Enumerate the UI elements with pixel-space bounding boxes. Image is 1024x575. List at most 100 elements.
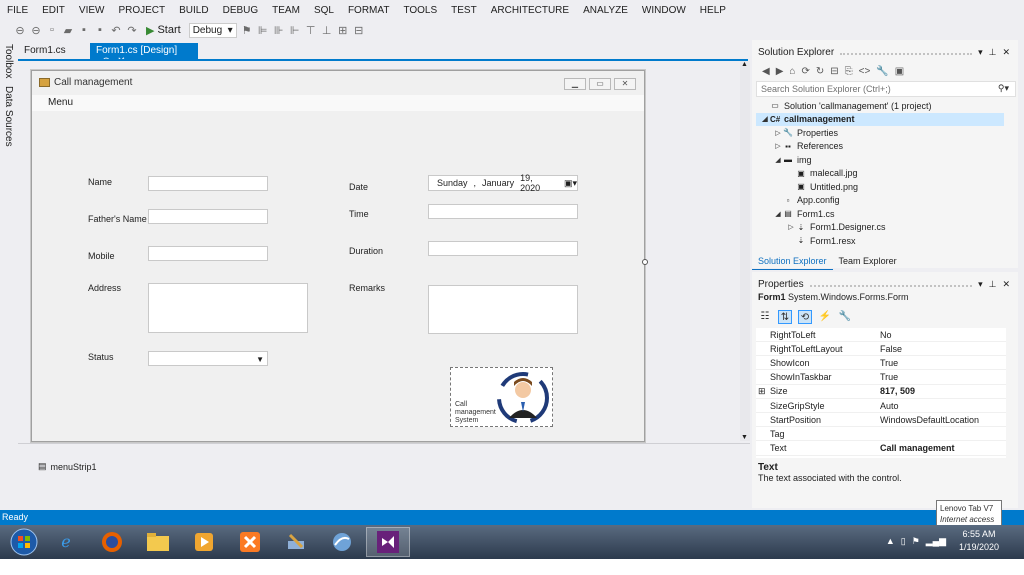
layout-spacing-icon[interactable]: ⊟ xyxy=(353,24,365,37)
property-value[interactable]: No xyxy=(874,330,1006,340)
property-value[interactable]: True xyxy=(874,358,1006,368)
menu-tools[interactable]: TOOLS xyxy=(396,5,444,16)
tree-item[interactable]: ▷ 🔧 Properties xyxy=(756,126,1004,139)
tools-icon[interactable] xyxy=(274,527,318,557)
solution-search-input[interactable]: Search Solution Explorer (Ctrl+;) ⚲▾ xyxy=(756,81,1016,97)
menu-format[interactable]: FORMAT xyxy=(341,5,396,16)
tree-item[interactable]: ▫ App.config xyxy=(756,194,1004,207)
tree-item[interactable]: ◢ ▤ Form1.cs xyxy=(756,207,1004,220)
tree-item[interactable]: ▷ ⇣ Form1.Designer.cs xyxy=(756,221,1004,234)
form-resize-handle[interactable] xyxy=(642,259,648,265)
mobile-input[interactable] xyxy=(148,246,268,261)
attach-icon[interactable]: ⚑ xyxy=(241,24,253,37)
close-icon[interactable]: ✕ xyxy=(614,78,636,90)
dropdown-icon[interactable]: ▾ xyxy=(978,279,983,290)
menu-analyze[interactable]: ANALYZE xyxy=(576,5,635,16)
menu-window[interactable]: WINDOW xyxy=(635,5,693,16)
flag-icon[interactable]: ⚑ xyxy=(912,536,920,547)
toolbox-tab[interactable]: Toolbox xyxy=(3,44,14,78)
status-combobox[interactable]: ▼ xyxy=(148,351,268,366)
layout-align-top-icon[interactable]: ⊤ xyxy=(305,24,317,37)
fathers-name-input[interactable] xyxy=(148,209,268,224)
refresh-icon[interactable]: ↻ xyxy=(816,66,824,77)
property-row[interactable]: ShowInTaskbar True xyxy=(756,371,1006,385)
back-icon[interactable]: ◀ xyxy=(762,66,770,77)
tree-item[interactable]: ◢ ▬ img xyxy=(756,153,1004,166)
tree-item[interactable]: ◢ C# callmanagement xyxy=(756,112,1004,126)
xampp-icon[interactable] xyxy=(228,527,272,557)
layout-align-center-icon[interactable]: ⊪ xyxy=(273,24,285,37)
property-pages-icon[interactable]: 🔧 xyxy=(838,310,852,324)
property-value[interactable]: False xyxy=(874,344,1006,354)
designer-scrollbar[interactable]: ▲ ▼ xyxy=(740,61,750,441)
properties-view-icon[interactable]: ⟲ xyxy=(798,310,812,324)
property-row[interactable]: ShowIcon True xyxy=(756,356,1006,371)
device-icon[interactable]: ▯ xyxy=(901,536,906,547)
time-input[interactable] xyxy=(428,204,578,219)
address-textarea[interactable] xyxy=(148,283,308,333)
data-sources-tab[interactable]: Data Sources xyxy=(3,86,14,147)
tree-item[interactable]: ▷ ▪▪ References xyxy=(756,140,1004,153)
tab-form1-design[interactable]: Form1.cs [Design] ⊕ ✕ xyxy=(90,43,198,67)
property-row[interactable]: ⊞ Size 817, 509 xyxy=(756,385,1006,399)
menu-sql[interactable]: SQL xyxy=(307,5,341,16)
undo-icon[interactable]: ↶ xyxy=(110,24,122,37)
minimize-icon[interactable]: ▁ xyxy=(564,78,586,90)
tree-expander-icon[interactable]: ◢ xyxy=(773,210,783,218)
property-value[interactable]: True xyxy=(874,372,1006,382)
network-app-icon[interactable] xyxy=(320,527,364,557)
menu-test[interactable]: TEST xyxy=(444,5,484,16)
tray-component-menustrip[interactable]: ▤ menuStrip1 xyxy=(38,461,97,472)
layout-align-middle-icon[interactable]: ⊥ xyxy=(321,24,333,37)
menu-build[interactable]: BUILD xyxy=(172,5,215,16)
internet-explorer-icon[interactable]: ℯ xyxy=(44,527,88,557)
duration-input[interactable] xyxy=(428,241,578,256)
view-designer-icon[interactable]: ▣ xyxy=(895,66,904,77)
show-all-files-icon[interactable]: ⎘ xyxy=(845,66,853,77)
save-all-icon[interactable]: ▪ xyxy=(94,24,106,36)
menu-debug[interactable]: DEBUG xyxy=(216,5,266,16)
file-explorer-icon[interactable] xyxy=(136,527,180,557)
name-input[interactable] xyxy=(148,176,268,191)
scroll-up-icon[interactable]: ▲ xyxy=(741,61,748,68)
maximize-icon[interactable]: ▭ xyxy=(589,78,611,90)
view-code-icon[interactable]: <> xyxy=(859,66,871,77)
sync-icon[interactable]: ⟳ xyxy=(801,66,809,77)
dropdown-icon[interactable]: ▾ xyxy=(978,47,983,58)
forward-icon[interactable]: ⊖ xyxy=(30,24,42,37)
form-window[interactable]: Call management ▁ ▭ ✕ Menu Name Father's… xyxy=(31,70,645,442)
properties-icon[interactable]: 🔧 xyxy=(876,66,888,77)
redo-icon[interactable]: ↷ xyxy=(126,24,138,37)
property-row[interactable]: SizeGripStyle Auto xyxy=(756,399,1006,413)
property-row[interactable]: Text Call management xyxy=(756,442,1006,456)
open-icon[interactable]: ▰ xyxy=(62,24,74,37)
media-player-icon[interactable] xyxy=(182,527,226,557)
search-icon[interactable]: ⚲▾ xyxy=(998,83,1009,94)
tab-form1-cs[interactable]: Form1.cs xyxy=(18,43,72,59)
tree-expander-icon[interactable]: ◢ xyxy=(760,115,770,123)
tree-item[interactable]: ▭ Solution 'callmanagement' (1 project) xyxy=(756,99,1004,112)
tree-expander-icon[interactable]: ▷ xyxy=(786,223,796,231)
taskbar-clock[interactable]: 6:55 AM 1/19/2020 xyxy=(954,528,1004,554)
solution-config-select[interactable]: Debug ▾ xyxy=(188,22,237,38)
forward-icon[interactable]: ▶ xyxy=(776,66,784,77)
property-value[interactable]: Auto xyxy=(874,401,1006,411)
menu-help[interactable]: HELP xyxy=(693,5,733,16)
close-icon[interactable]: ✕ xyxy=(1002,47,1010,58)
menu-item-menu[interactable]: Menu xyxy=(48,97,73,108)
property-row[interactable]: RightToLeft No xyxy=(756,328,1006,342)
categorized-icon[interactable]: ☷ xyxy=(758,310,772,324)
tree-item[interactable]: ⇣ Form1.resx xyxy=(756,234,1004,247)
menu-view[interactable]: VIEW xyxy=(72,5,112,16)
property-value[interactable]: Call management xyxy=(874,443,1006,453)
collapse-all-icon[interactable]: ⊟ xyxy=(830,66,838,77)
tree-expander-icon[interactable]: ▷ xyxy=(773,129,783,137)
menu-edit[interactable]: EDIT xyxy=(35,5,72,16)
pin-icon[interactable]: ⊥ xyxy=(989,47,997,58)
start-orb-icon[interactable] xyxy=(2,527,46,557)
signal-icon[interactable]: ▂▄▆ xyxy=(926,536,946,547)
close-icon[interactable]: ✕ xyxy=(1002,279,1010,290)
date-picker[interactable]: Sunday , January 19, 2020 ▣▾ xyxy=(428,173,578,193)
firefox-icon[interactable] xyxy=(90,527,134,557)
property-value[interactable]: WindowsDefaultLocation xyxy=(874,415,1006,425)
